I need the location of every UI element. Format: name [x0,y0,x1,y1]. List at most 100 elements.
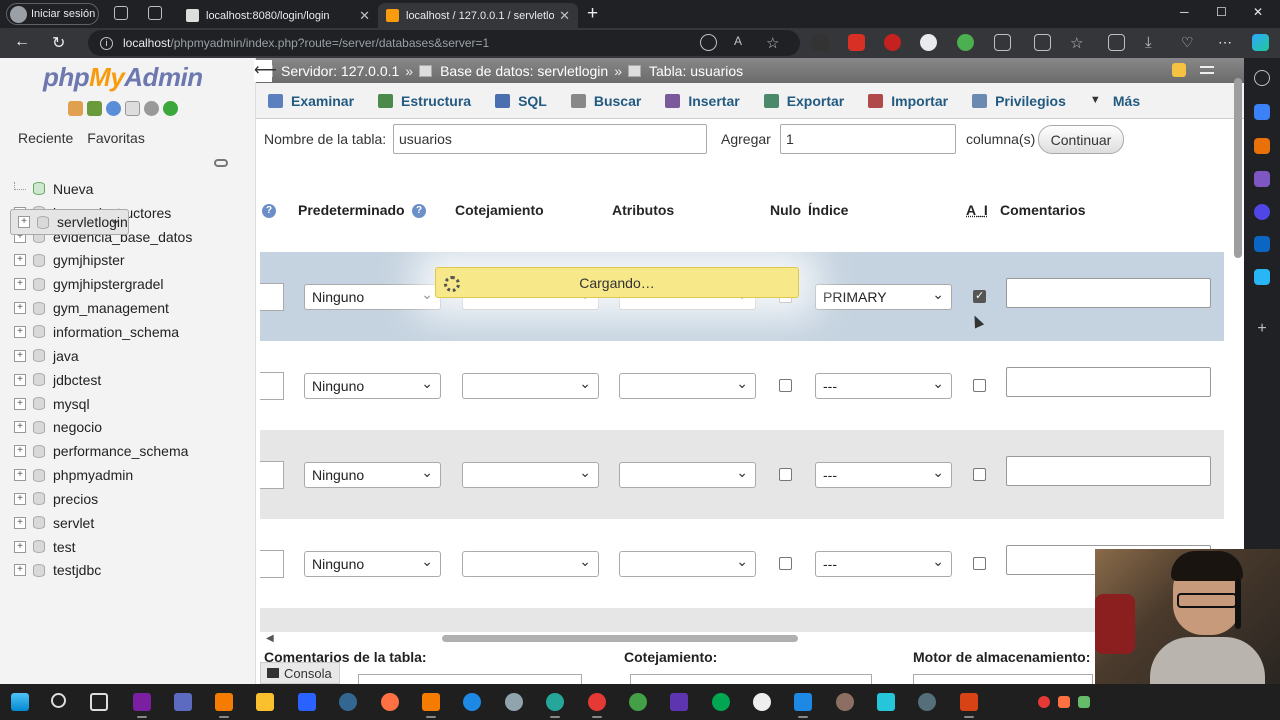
comments-textarea[interactable] [1006,456,1211,486]
expand-icon[interactable]: + [14,540,26,553]
database-label[interactable]: gym_management [53,300,169,316]
favorite-star-icon[interactable]: ☆ [766,34,783,52]
split-screen-icon[interactable] [1034,34,1051,51]
storage-engine-select[interactable] [913,674,1093,684]
reload-icon[interactable] [163,101,178,116]
database-item[interactable]: + gymjhipstergradel [10,272,256,296]
expand-icon[interactable]: + [14,278,26,291]
games-icon[interactable] [1254,171,1270,187]
database-item[interactable]: + testjdbc [10,559,256,583]
index-select[interactable]: PRIMARY [815,282,952,310]
menu-structure[interactable]: Estructura [378,93,481,109]
scroll-left-icon[interactable]: ◀ [266,633,274,644]
home-icon[interactable] [68,101,83,116]
null-checkbox[interactable] [779,557,792,570]
tray-icon[interactable] [1038,696,1050,708]
add-icon[interactable]: + [1254,321,1270,338]
database-item[interactable]: + test [10,535,256,559]
database-label[interactable]: test [53,539,76,555]
mongodb-icon[interactable] [712,693,730,711]
new-tab-icon[interactable]: + [587,3,598,25]
attributes-select[interactable] [619,371,756,399]
collation-select[interactable] [462,549,599,577]
collections-icon[interactable] [1108,34,1125,51]
maximize-icon[interactable]: ☐ [1216,5,1227,19]
app-icon[interactable] [463,693,481,711]
database-label[interactable]: performance_schema [53,443,188,459]
database-item[interactable]: + servlet [10,511,256,535]
powerpoint-icon[interactable] [960,693,978,718]
column-length-input[interactable] [260,550,284,578]
breadcrumb-server[interactable]: Servidor: 127.0.0.1 [281,63,399,79]
microsoft365-icon[interactable] [1254,204,1270,220]
menu-more[interactable]: ▼ Más [1090,93,1150,109]
expand-icon[interactable]: + [14,254,26,267]
expand-icon[interactable]: + [14,397,26,410]
expand-icon[interactable]: + [14,516,26,529]
xampp-icon[interactable] [215,693,233,718]
settings-icon[interactable] [505,693,523,711]
sublime-icon[interactable] [298,693,316,711]
expand-icon[interactable]: + [14,302,26,315]
default-select[interactable]: Ninguno [304,371,441,399]
telegram-icon[interactable] [1254,269,1270,285]
database-label[interactable]: jdbctest [53,372,101,388]
database-label[interactable]: java [53,348,79,364]
auto-increment-checkbox[interactable] [973,468,986,481]
database-label[interactable]: servlet [53,515,94,531]
read-aloud-icon[interactable]: A [734,34,751,51]
expand-icon[interactable]: + [14,469,26,482]
close-icon[interactable]: ✕ [559,8,570,24]
tab-actions-icon[interactable] [148,6,162,20]
index-select[interactable]: --- [815,371,952,399]
database-item[interactable]: + negocio [10,415,256,439]
search-icon[interactable] [51,693,66,708]
minimize-icon[interactable]: ─ [1180,5,1189,19]
database-label[interactable]: negocio [53,419,102,435]
xampp-icon[interactable] [422,693,440,718]
expand-icon[interactable]: + [14,349,26,362]
lock-icon[interactable] [1172,63,1186,77]
profile-button[interactable]: Iniciar sesión [6,3,99,25]
youtube-extension-icon[interactable] [848,34,865,51]
attributes-select[interactable] [619,460,756,488]
default-select[interactable]: Ninguno [304,549,441,577]
database-item[interactable]: + phpmyadmin [10,463,256,487]
comments-textarea[interactable] [1006,278,1211,308]
phpmyadmin-logo[interactable]: phpMyAdmin [43,62,203,93]
extension-icon[interactable] [920,34,937,51]
menu-search[interactable]: Buscar [570,93,651,109]
help-icon[interactable] [106,101,121,116]
tab-login[interactable]: localhost:8080/login/login ✕ [178,3,378,28]
extensions-icon[interactable] [994,34,1011,51]
auto-increment-checkbox[interactable] [973,379,986,392]
database-item[interactable]: + performance_schema [10,439,256,463]
tab-recent[interactable]: Reciente [14,128,77,148]
intellij-icon[interactable] [133,693,151,718]
default-select[interactable]: Ninguno [304,282,441,310]
database-item[interactable]: + precios [10,487,256,511]
extension-icon[interactable] [812,34,829,51]
index-select[interactable]: --- [815,549,952,577]
app-icon[interactable] [753,693,771,711]
add-columns-input[interactable] [780,124,956,154]
favorites-icon[interactable]: ☆ [1070,34,1087,52]
database-item[interactable]: + information_schema [10,320,256,344]
screen-recorder-icon[interactable] [174,693,192,711]
null-checkbox[interactable] [779,379,792,392]
tab-favorites[interactable]: Favoritas [83,128,149,148]
null-checkbox[interactable] [779,468,792,481]
database-label[interactable]: gymjhipster [53,252,125,268]
more-icon[interactable]: ⋯ [1218,34,1235,51]
menu-browse[interactable]: Examinar [268,93,364,109]
database-item[interactable]: + java [10,344,256,368]
chrome-icon[interactable] [629,693,647,711]
app-icon[interactable] [836,693,854,711]
expand-icon[interactable]: + [14,325,26,338]
breadcrumb-table[interactable]: Tabla: usuarios [649,63,743,79]
database-item[interactable]: + gym_management [10,296,256,320]
database-label[interactable]: servletlogin [57,210,128,234]
database-label[interactable]: Nueva [53,181,93,197]
tools-icon[interactable] [1254,138,1270,154]
search-icon[interactable] [1254,70,1270,86]
